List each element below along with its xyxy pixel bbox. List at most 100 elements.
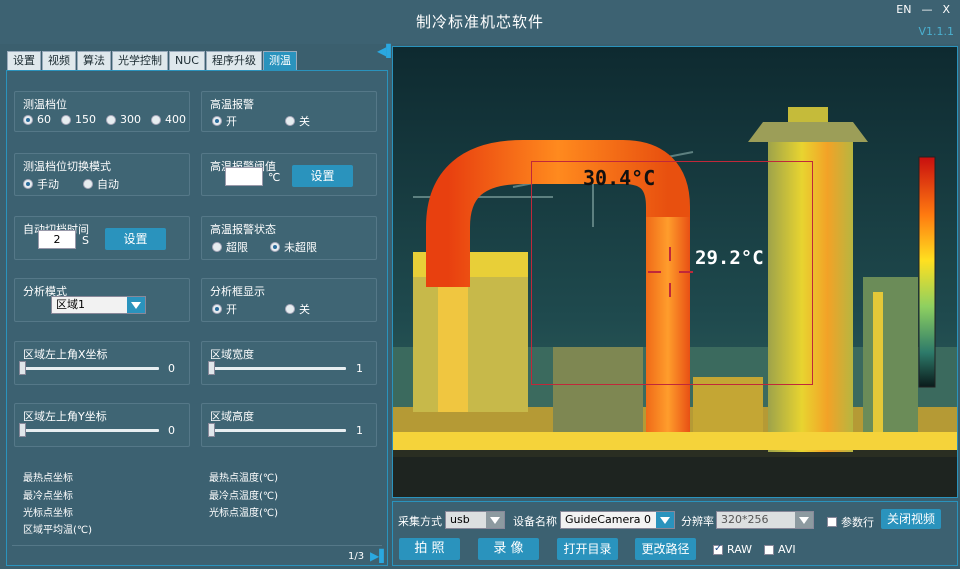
high-temp-alarm-title: 高温报警 [210, 98, 254, 111]
tab-video[interactable]: 视频 [42, 51, 76, 70]
analysis-region-box[interactable] [531, 161, 813, 385]
chevron-down-icon[interactable] [127, 297, 145, 313]
seconds-unit: S [82, 234, 89, 247]
chevron-down-icon[interactable] [656, 512, 674, 528]
device-dropdown[interactable]: GuideCamera 0 [560, 511, 675, 529]
device-name-label: 设备名称 [513, 515, 557, 528]
roi-width-title: 区域宽度 [210, 348, 254, 361]
tab-optics[interactable]: 光学控制 [112, 51, 168, 70]
close-video-button[interactable]: 关闭视频 [881, 509, 941, 529]
cursor-point-coord-label: 光标点坐标 [23, 508, 73, 519]
checkbox-box [827, 517, 837, 527]
set-auto-switch-button[interactable]: 设置 [105, 228, 166, 250]
roi-y-slider-track[interactable] [21, 429, 159, 432]
chevron-down-icon[interactable] [795, 512, 813, 528]
threshold-unit: ℃ [268, 171, 281, 184]
temp-range-radio-300[interactable]: 300 [106, 113, 141, 126]
record-button[interactable]: 录 像 [478, 538, 539, 560]
capture-mode-dropdown[interactable]: usb [445, 511, 505, 529]
radio-dot [212, 242, 222, 252]
roi-height-slider-handle[interactable] [208, 423, 215, 437]
analysis-box-off-radio[interactable]: 关 [285, 301, 310, 317]
capture-mode-label: 采集方式 [398, 515, 442, 528]
tab-settings[interactable]: 设置 [7, 51, 41, 70]
radio-label: 关 [299, 303, 310, 316]
set-threshold-button[interactable]: 设置 [292, 165, 353, 187]
roi-x-value: 0 [168, 362, 175, 375]
radio-label: 300 [120, 113, 141, 126]
roi-x-slider-handle[interactable] [19, 361, 26, 375]
temp-range-radio-60[interactable]: 60 [23, 113, 51, 126]
auto-radio[interactable]: 自动 [83, 176, 119, 192]
tab-temperature[interactable]: 测温 [262, 51, 297, 70]
range-switch-mode-options: 手动 自动 [23, 176, 129, 192]
temp-range-radio-400[interactable]: 400 [151, 113, 186, 126]
tab-bar: 设置 视频 算法 光学控制 NUC 程序升级 测温 [7, 51, 298, 70]
resolution-label: 分辨率 [681, 515, 714, 528]
open-directory-button[interactable]: 打开目录 [557, 538, 618, 560]
resolution-dropdown[interactable]: 320*256 [716, 511, 814, 529]
avi-label: AVI [778, 543, 796, 556]
radio-label: 60 [37, 113, 51, 126]
thermal-video-view[interactable]: 30.4°C 29.2°C [392, 46, 958, 498]
roi-width-slider-handle[interactable] [208, 361, 215, 375]
range-switch-mode-title: 测温档位切换模式 [23, 160, 111, 173]
analysis-box-group: 分析框显示 开 关 [201, 278, 377, 322]
under-limit-radio: 未超限 [270, 239, 317, 255]
radio-dot [61, 114, 71, 125]
radio-dot [23, 179, 33, 189]
roi-y-value: 0 [168, 424, 175, 437]
roi-y-slider-handle[interactable] [19, 423, 26, 437]
roi-height-group: 区域高度 1 [201, 403, 377, 447]
avi-checkbox[interactable]: AVI [764, 543, 796, 556]
minimize-button[interactable]: — [921, 3, 932, 16]
roi-height-value: 1 [356, 424, 363, 437]
raw-label: RAW [727, 543, 752, 556]
page-indicator: 1/3 [348, 551, 365, 562]
cold-point-coord-label: 最冷点坐标 [23, 491, 73, 502]
roi-width-value: 1 [356, 362, 363, 375]
roi-width-group: 区域宽度 1 [201, 341, 377, 385]
radio-label: 自动 [97, 178, 119, 191]
analysis-box-on-radio[interactable]: 开 [212, 301, 237, 317]
cold-point-temp-label: 最冷点温度(℃) [209, 491, 279, 502]
close-button[interactable]: X [942, 3, 950, 16]
window-controls: EN — X [896, 3, 950, 16]
page-divider [12, 545, 382, 546]
temp-range-group: 测温档位 60 150 300 400 [14, 91, 190, 132]
cursor-temp-readout: 29.2°C [695, 247, 764, 269]
device-value: GuideCamera 0 [565, 513, 651, 526]
radio-dot [285, 304, 295, 314]
next-page-icon[interactable]: ▶▌ [370, 549, 388, 563]
tab-nuc[interactable]: NUC [169, 51, 205, 70]
roi-y-group: 区域左上角Y坐标 0 [14, 403, 190, 447]
alarm-off-radio[interactable]: 关 [285, 113, 310, 129]
raw-checkbox[interactable]: RAW [713, 543, 752, 556]
capture-controls: 采集方式 usb 设备名称 GuideCamera 0 分辨率 320*256 … [392, 501, 958, 566]
roi-width-slider-track[interactable] [208, 367, 346, 370]
chevron-down-icon[interactable] [486, 512, 504, 528]
hot-point-coord-label: 最热点坐标 [23, 473, 73, 484]
manual-radio[interactable]: 手动 [23, 176, 59, 192]
roi-x-slider-track[interactable] [21, 367, 159, 370]
alarm-status-group: 高温报警状态 超限 未超限 [201, 216, 377, 260]
max-temp-readout: 30.4°C [583, 166, 656, 190]
tab-upgrade[interactable]: 程序升级 [205, 51, 262, 70]
region-avg-temp-label: 区域平均温(℃) [23, 525, 93, 536]
alarm-threshold-input[interactable] [225, 167, 263, 186]
change-path-button[interactable]: 更改路径 [635, 538, 696, 560]
auto-switch-time-input[interactable]: 2 [38, 230, 76, 249]
photo-button[interactable]: 拍 照 [399, 538, 460, 560]
alarm-status-title: 高温报警状态 [210, 223, 276, 236]
temp-range-title: 测温档位 [23, 98, 67, 111]
tab-algorithm[interactable]: 算法 [77, 51, 111, 70]
temp-range-radio-150[interactable]: 150 [61, 113, 96, 126]
roi-height-slider-track[interactable] [208, 429, 346, 432]
radio-dot [83, 179, 93, 189]
alarm-on-radio[interactable]: 开 [212, 113, 237, 129]
language-button[interactable]: EN [896, 3, 911, 16]
hot-point-temp-label: 最热点温度(℃) [209, 473, 279, 484]
param-row-checkbox[interactable]: 参数行 [827, 514, 874, 530]
radio-dot [212, 116, 222, 126]
analysis-mode-dropdown[interactable]: 区域1 [51, 296, 146, 314]
